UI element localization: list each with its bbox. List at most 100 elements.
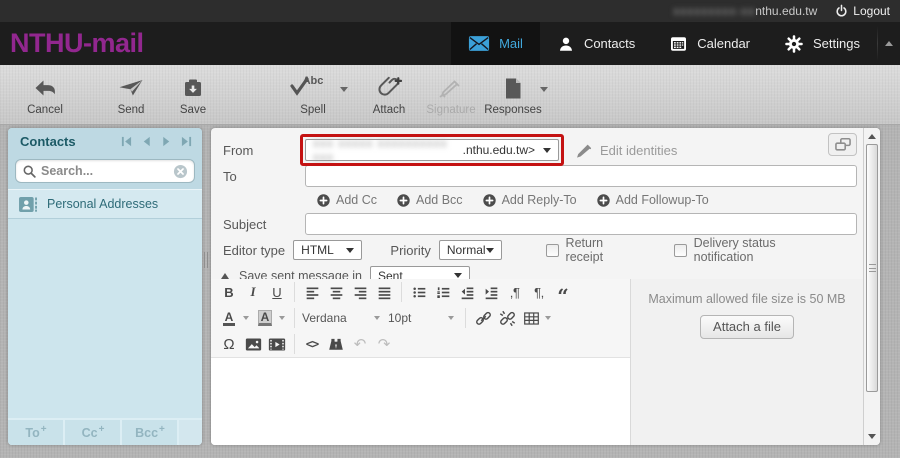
recipient-buttons-footer: To+ Cc+ Bcc+ (8, 418, 202, 445)
options-row: Editor type HTML Priority Normal Return … (223, 237, 863, 263)
plus-circle-icon (317, 194, 330, 207)
last-page-icon[interactable] (181, 136, 192, 147)
underline-button[interactable]: U (265, 281, 289, 303)
cancel-button[interactable]: Cancel (14, 73, 76, 116)
align-center-button[interactable] (324, 281, 348, 303)
add-to-button[interactable]: To+ (8, 420, 63, 445)
scroll-up-arrow[interactable] (864, 129, 880, 144)
special-character-button[interactable]: Ω (217, 333, 241, 355)
clear-search-icon[interactable] (173, 164, 188, 179)
responses-button[interactable]: Responses (482, 73, 544, 116)
paper-plane-icon (100, 73, 162, 103)
add-followupto-link[interactable]: Add Followup-To (597, 193, 709, 207)
editor-type-select[interactable]: HTML (293, 240, 362, 260)
send-button[interactable]: Send (100, 73, 162, 116)
spellcheck-button[interactable]: Abc Spell (282, 73, 344, 116)
sidebar-item-label: Personal Addresses (47, 197, 158, 211)
tab-mail[interactable]: Mail (451, 22, 540, 65)
contacts-search-input[interactable] (41, 164, 173, 178)
paragraph-rtl-button[interactable]: ¶‚ (527, 281, 551, 303)
contacts-title: Contacts (8, 134, 121, 149)
add-replyto-link[interactable]: Add Reply-To (483, 193, 577, 207)
compose-panel: From xxx xxxxx xxxxxxxxxx xxx.nthu.edu.t… (211, 128, 880, 445)
tab-contacts[interactable]: Contacts (540, 22, 652, 65)
undo-button[interactable]: ↶ (348, 333, 372, 355)
align-left-button[interactable] (300, 281, 324, 303)
add-bcc-button[interactable]: Bcc+ (122, 420, 177, 445)
text-color-button[interactable]: A (217, 307, 241, 329)
italic-button[interactable]: I (241, 281, 265, 303)
background-color-caret-icon[interactable] (279, 316, 285, 320)
tab-calendar[interactable]: Calendar (652, 22, 767, 65)
font-size-select[interactable]: 10pt (386, 311, 460, 325)
tab-label: Calendar (697, 36, 750, 51)
return-receipt-checkbox[interactable] (546, 244, 559, 257)
select-caret-icon (486, 248, 494, 253)
align-right-button[interactable] (348, 281, 372, 303)
attach-a-file-button[interactable]: Attach a file (700, 315, 794, 339)
prev-page-icon[interactable] (141, 136, 152, 147)
text-color-caret-icon[interactable] (243, 316, 249, 320)
next-page-icon[interactable] (161, 136, 172, 147)
add-cc-link[interactable]: Add Cc (317, 193, 377, 207)
indent-button[interactable] (479, 281, 503, 303)
delivery-status-label: Delivery status notification (694, 236, 827, 264)
logout-label: Logout (853, 4, 890, 18)
background-color-button[interactable]: A (253, 307, 277, 329)
first-page-icon[interactable] (121, 136, 132, 147)
search-icon (22, 164, 36, 178)
add-bcc-link[interactable]: Add Bcc (397, 193, 463, 207)
edit-identities-link[interactable]: Edit identities (577, 143, 677, 158)
redo-button[interactable]: ↷ (372, 333, 396, 355)
responses-dropdown-caret[interactable] (540, 87, 548, 92)
save-draft-button[interactable]: Save (162, 73, 224, 116)
outdent-button[interactable] (455, 281, 479, 303)
paragraph-ltr-button[interactable]: ‚¶ (503, 281, 527, 303)
to-input[interactable] (305, 165, 857, 187)
tab-settings[interactable]: Settings (767, 22, 877, 65)
return-receipt-label: Return receipt (566, 236, 638, 264)
collapse-header-button[interactable] (878, 22, 900, 65)
add-cc-button[interactable]: Cc+ (65, 420, 120, 445)
plus-glyph: + (99, 424, 105, 435)
message-body-editor[interactable] (211, 357, 630, 445)
insert-image-button[interactable] (241, 333, 265, 355)
from-redacted: xxx xxxxx xxxxxxxxxx xxx (313, 136, 463, 164)
insert-media-button[interactable] (265, 333, 289, 355)
insert-table-button[interactable] (519, 307, 543, 329)
scroll-down-arrow[interactable] (864, 429, 880, 444)
sidebar-item-personal-addresses[interactable]: Personal Addresses (8, 189, 202, 219)
mail-icon (468, 35, 490, 52)
vertical-scrollbar[interactable] (863, 128, 880, 445)
numbered-list-button[interactable] (431, 281, 455, 303)
collapse-options-arrow-icon[interactable] (221, 273, 229, 279)
contacts-header: Contacts (8, 128, 202, 155)
remove-link-button[interactable] (495, 307, 519, 329)
find-replace-button[interactable] (324, 333, 348, 355)
subject-label: Subject (223, 217, 305, 232)
panel-splitter[interactable] (202, 128, 211, 445)
editor-toolbar-row1: B I U ‚¶ ¶‚ “ (211, 279, 630, 305)
from-identity-select[interactable]: xxx xxxxx xxxxxxxxxx xxx.nthu.edu.tw> (305, 139, 559, 161)
insert-link-button[interactable] (471, 307, 495, 329)
contacts-search-box[interactable] (15, 159, 195, 183)
source-code-button[interactable]: <> (300, 333, 324, 355)
spellcheck-icon: Abc (282, 73, 344, 103)
subject-input[interactable] (305, 213, 857, 235)
spell-dropdown-caret[interactable] (340, 87, 348, 92)
scrollbar-thumb[interactable] (866, 144, 878, 392)
delivery-status-checkbox[interactable] (674, 244, 687, 257)
from-row: From xxx xxxxx xxxxxxxxxx xxx.nthu.edu.t… (223, 137, 863, 163)
thumb-grip-icon (869, 264, 876, 272)
logout-button[interactable]: Logout (835, 4, 890, 18)
table-caret-icon[interactable] (545, 316, 551, 320)
font-family-select[interactable]: Verdana (300, 311, 386, 325)
blockquote-button[interactable]: “ (551, 281, 575, 303)
save-folder-icon (162, 73, 224, 103)
priority-select[interactable]: Normal (439, 240, 502, 260)
bold-button[interactable]: B (217, 281, 241, 303)
align-justify-button[interactable] (372, 281, 396, 303)
attach-button[interactable]: Attach (358, 73, 420, 116)
triangle-up-icon (868, 134, 876, 139)
bullet-list-button[interactable] (407, 281, 431, 303)
